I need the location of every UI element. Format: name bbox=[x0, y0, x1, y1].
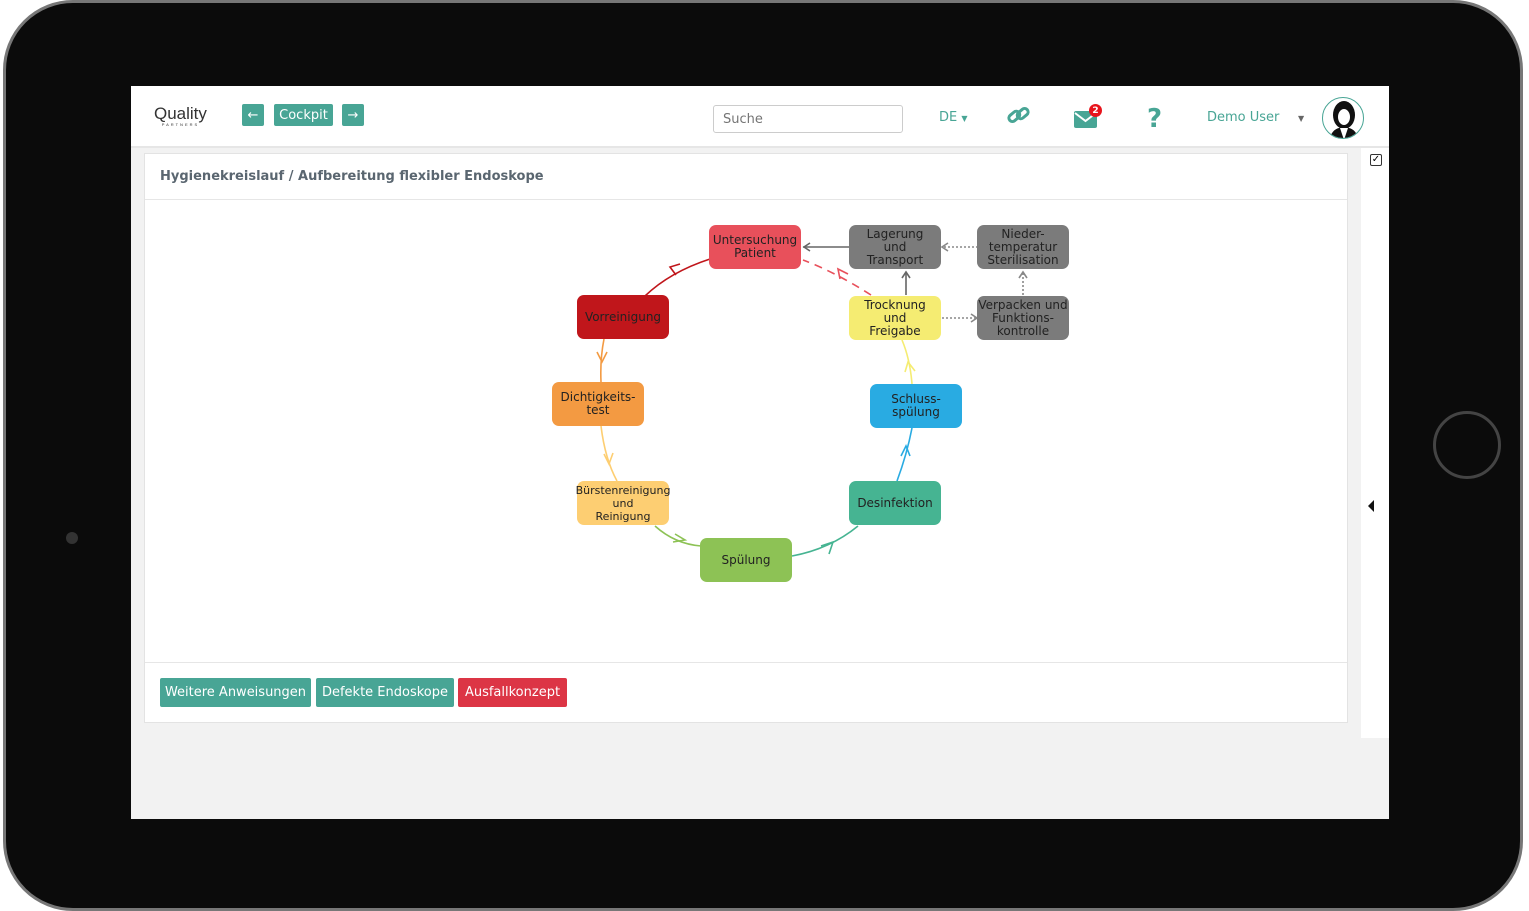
node-lagerung-transport[interactable]: Lagerung und Transport bbox=[849, 225, 941, 269]
node-untersuchung-patient[interactable]: Untersuchung Patient bbox=[709, 225, 801, 269]
search-input[interactable] bbox=[713, 105, 903, 133]
node-spuelung[interactable]: Spülung bbox=[700, 538, 792, 582]
node-schlussspuelung[interactable]: Schluss- spülung bbox=[870, 384, 962, 428]
edge-schluss-trocknung bbox=[901, 339, 913, 385]
camera bbox=[66, 532, 78, 544]
node-buerstenreinigung[interactable]: Bürstenreinigung und Reinigung bbox=[576, 481, 670, 525]
link-icon[interactable] bbox=[1005, 104, 1033, 132]
node-vorreinigung[interactable]: Vorreinigung bbox=[577, 295, 669, 339]
caret-left-icon[interactable] bbox=[1368, 500, 1374, 512]
forward-button[interactable]: → bbox=[342, 104, 364, 126]
user-menu[interactable]: Demo User bbox=[1207, 110, 1279, 125]
content-panel: Hygienekreislauf / Aufbereitung flexible… bbox=[144, 153, 1348, 723]
top-bar: QualityPARTNERS ← Cockpit → DE ▼ 2 ? Dem… bbox=[131, 86, 1389, 148]
arrow-left-icon: ← bbox=[247, 107, 259, 123]
cockpit-button[interactable]: Cockpit bbox=[274, 104, 333, 126]
edge-dichtigkeit-buersten bbox=[600, 425, 618, 482]
caret-down-icon: ▼ bbox=[961, 114, 968, 123]
language-dropdown[interactable]: DE ▼ bbox=[939, 110, 968, 125]
weitere-anweisungen-button[interactable]: Weitere Anweisungen bbox=[160, 678, 311, 707]
mail-badge: 2 bbox=[1089, 104, 1102, 117]
node-dichtigkeitstest[interactable]: Dichtigkeits- test bbox=[552, 382, 644, 426]
avatar[interactable] bbox=[1322, 97, 1364, 139]
caret-down-icon[interactable]: ▼ bbox=[1298, 114, 1304, 123]
back-button[interactable]: ← bbox=[242, 104, 264, 126]
home-button bbox=[1433, 411, 1501, 479]
node-desinfektion[interactable]: Desinfektion bbox=[849, 481, 941, 525]
defekte-endoskope-button[interactable]: Defekte Endoskope bbox=[316, 678, 454, 707]
node-trocknung-freigabe[interactable]: Trocknung und Freigabe bbox=[849, 296, 941, 340]
node-verpacken[interactable]: Verpacken und Funktions- kontrolle bbox=[977, 296, 1069, 340]
right-sidebar: ✓ bbox=[1361, 148, 1389, 738]
mail-button[interactable]: 2 bbox=[1074, 104, 1102, 132]
checkbox-icon[interactable]: ✓ bbox=[1370, 154, 1382, 166]
edge-spuelung-desinfektion bbox=[791, 525, 859, 557]
app-screen: QualityPARTNERS ← Cockpit → DE ▼ 2 ? Dem… bbox=[131, 86, 1389, 819]
node-sterilisation[interactable]: Nieder- temperatur Sterilisation bbox=[977, 225, 1069, 269]
arrow-right-icon: → bbox=[347, 107, 359, 123]
ausfallkonzept-button[interactable]: Ausfallkonzept bbox=[458, 678, 567, 707]
help-icon[interactable]: ? bbox=[1147, 104, 1162, 134]
logo[interactable]: Quality PARTNERS bbox=[154, 104, 207, 127]
